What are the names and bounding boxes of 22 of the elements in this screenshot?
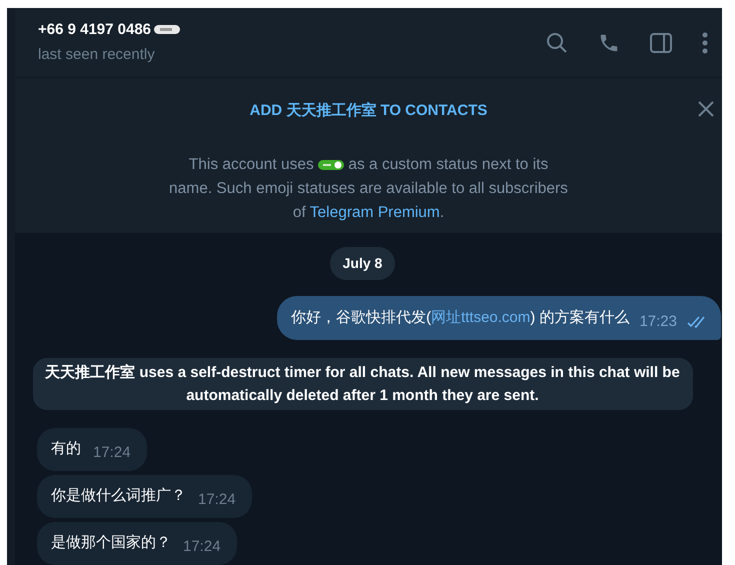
- premium-status-notice: This account uses as a custom status next to its name. Such emoji statuses are available to all subscribers of Telegram Premium.: [168, 154, 569, 223]
- service-message: 天天推工作室 uses a self-destruct timer for all chats. All new messages in this chat will be automatically deleted after 1 month they are sent.: [32, 358, 692, 410]
- contact-name: +66 9 4197 0486: [38, 20, 152, 40]
- message-text: 你好，谷歌快排代发(网址tttseo.com) 的方案有什么: [291, 308, 630, 328]
- last-seen-status: last seen recently: [38, 45, 156, 66]
- emoji-status-icon: [318, 160, 344, 170]
- add-to-contacts-button[interactable]: ADD 天天推工作室 TO CONTACTS: [250, 100, 488, 123]
- search-icon[interactable]: [546, 32, 568, 54]
- message-text: 有的: [51, 439, 81, 460]
- message-text: 你是做什么词推广？: [51, 486, 186, 506]
- message-time: 17:24: [198, 490, 236, 510]
- message-time: 17:24: [183, 537, 221, 558]
- sidebar-toggle-icon[interactable]: [650, 32, 672, 53]
- message-text: 是做那个国家的？: [51, 533, 171, 554]
- emoji-status-icon: [154, 25, 180, 34]
- message-time: 17:24: [93, 443, 131, 464]
- url-link[interactable]: 网址tttseo.com: [431, 308, 530, 326]
- more-icon[interactable]: [702, 32, 708, 54]
- premium-link[interactable]: Telegram Premium: [310, 204, 440, 221]
- date-badge: July 8: [330, 247, 396, 280]
- close-icon[interactable]: [698, 101, 714, 118]
- message-time: 17:23: [639, 312, 677, 332]
